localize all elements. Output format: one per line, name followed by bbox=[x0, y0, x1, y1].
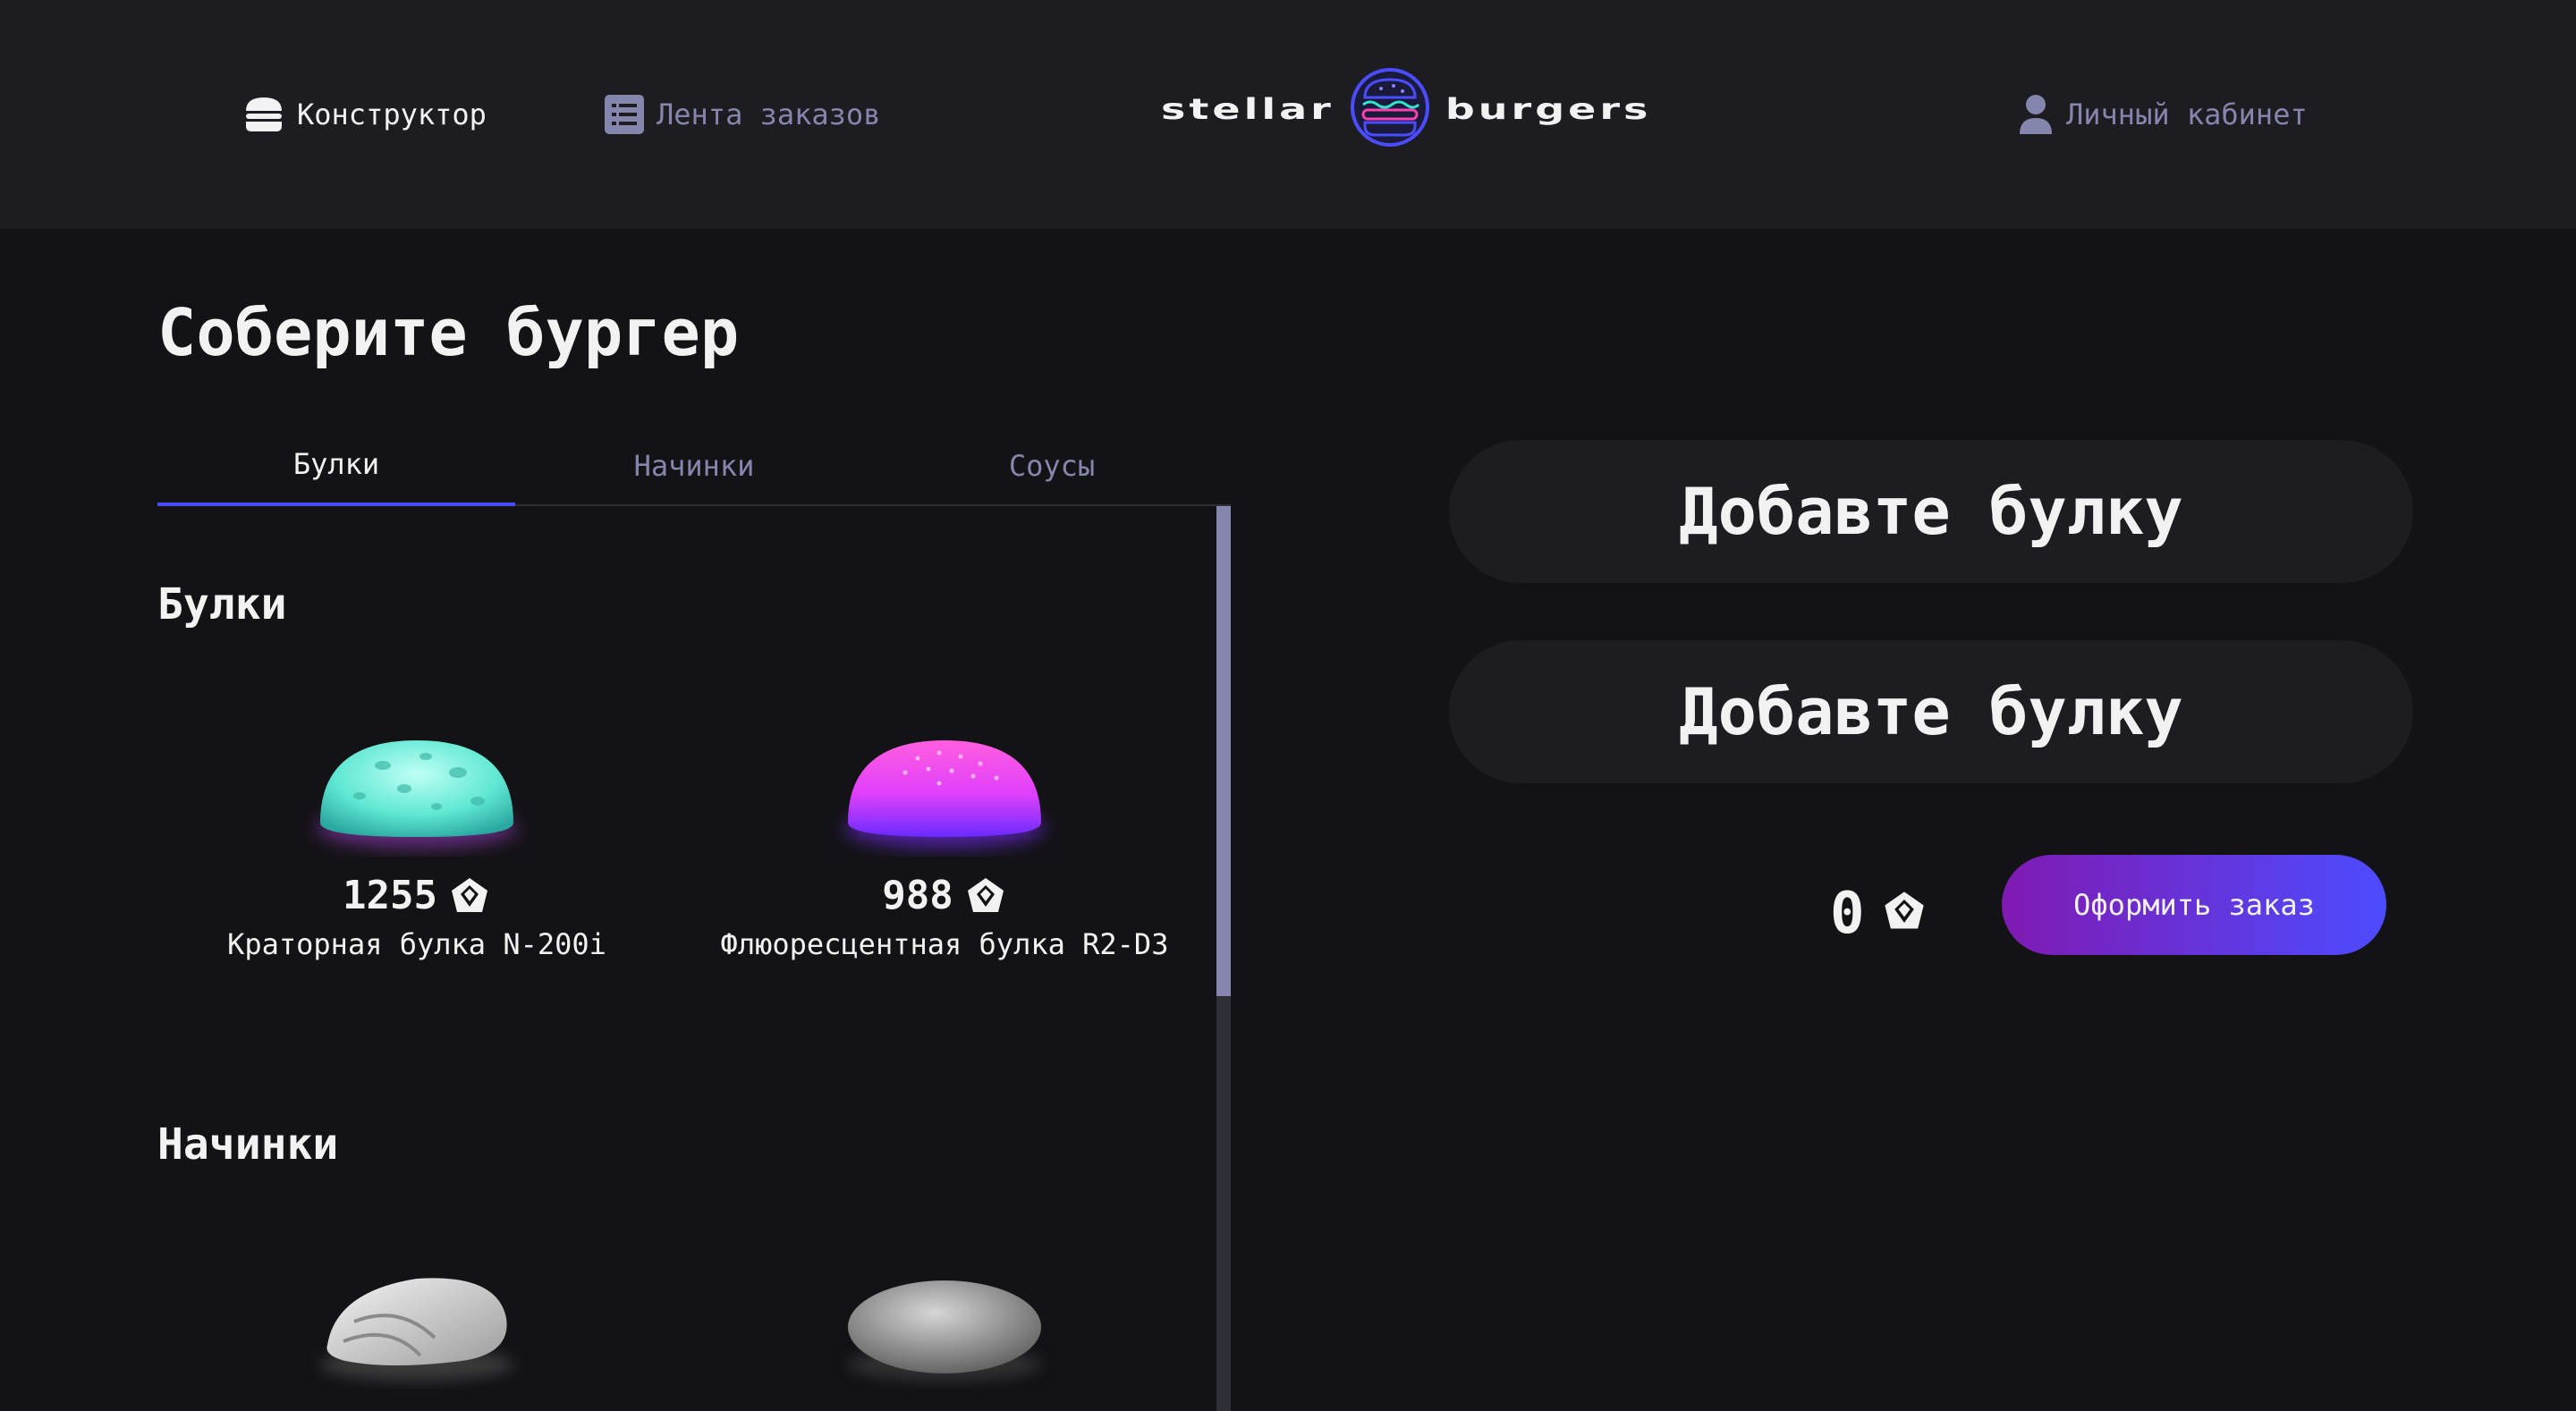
nav-feed-label: Лента заказов bbox=[657, 97, 881, 131]
tab-sauces[interactable]: Соусы bbox=[873, 426, 1231, 506]
page-title: Соберите бургер bbox=[157, 295, 740, 370]
ingredients-list[interactable]: Булки 1255 Краторная булка N-200i 988 Фл… bbox=[157, 506, 1231, 1411]
top-bun-dropzone[interactable]: Добавте булку bbox=[1449, 440, 2413, 583]
currency-icon bbox=[448, 876, 491, 916]
price: 988 bbox=[685, 873, 1204, 918]
price-value: 1255 bbox=[343, 873, 437, 918]
scrollbar-thumb[interactable] bbox=[1216, 506, 1231, 996]
ingredient-name: Краторная булка N-200i bbox=[227, 927, 606, 961]
burger-icon bbox=[243, 94, 284, 135]
nav-feed[interactable]: Лента заказов bbox=[605, 88, 880, 141]
filling-image bbox=[157, 1255, 676, 1390]
app-header: Конструктор Лента заказов stellar burger… bbox=[0, 0, 2576, 229]
price-value: 988 bbox=[882, 873, 953, 918]
profile-icon bbox=[2018, 93, 2054, 136]
crater-bun-image bbox=[157, 722, 676, 857]
section-title-buns: Булки bbox=[157, 579, 287, 629]
currency-icon bbox=[1881, 881, 1928, 947]
total-value: 0 bbox=[1830, 881, 1865, 947]
order-total: 0 bbox=[1830, 878, 1928, 950]
nav-profile-label: Личный кабинет bbox=[2066, 97, 2308, 131]
currency-icon bbox=[964, 876, 1007, 916]
logo[interactable]: stellar burgers bbox=[1161, 64, 1651, 154]
ingredient-card[interactable] bbox=[685, 1255, 1204, 1390]
top-bun-placeholder-text: Добавте булку bbox=[1679, 474, 2183, 549]
logo-text-right: burgers bbox=[1445, 92, 1652, 126]
logo-text-left: stellar bbox=[1161, 92, 1335, 126]
ingredient-name: Флюоресцентная булка R2-D3 bbox=[720, 927, 1169, 961]
burger-logo-icon bbox=[1350, 65, 1429, 153]
bottom-bun-dropzone[interactable]: Добавте булку bbox=[1449, 640, 2413, 783]
ingredient-tabs: Булки Начинки Соусы bbox=[157, 426, 1231, 506]
ingredient-card[interactable]: 1255 Краторная булка N-200i bbox=[157, 722, 676, 961]
nav-profile[interactable]: Личный кабинет bbox=[2018, 88, 2308, 141]
fluorescent-bun-image bbox=[685, 722, 1204, 857]
tab-buns[interactable]: Булки bbox=[157, 426, 515, 506]
ingredient-card[interactable]: 988 Флюоресцентная булка R2-D3 bbox=[685, 722, 1204, 961]
nav-constructor-label: Конструктор bbox=[297, 97, 487, 131]
price: 1255 bbox=[157, 873, 676, 918]
nav-constructor[interactable]: Конструктор bbox=[243, 88, 487, 141]
list-icon bbox=[605, 94, 644, 135]
section-title-fillings: Начинки bbox=[157, 1120, 339, 1170]
tab-fillings[interactable]: Начинки bbox=[515, 426, 873, 506]
place-order-button[interactable]: Оформить заказ bbox=[2002, 855, 2386, 955]
ingredient-card[interactable] bbox=[157, 1255, 676, 1390]
bottom-bun-placeholder-text: Добавте булку bbox=[1679, 674, 2183, 749]
filling-image bbox=[685, 1255, 1204, 1390]
